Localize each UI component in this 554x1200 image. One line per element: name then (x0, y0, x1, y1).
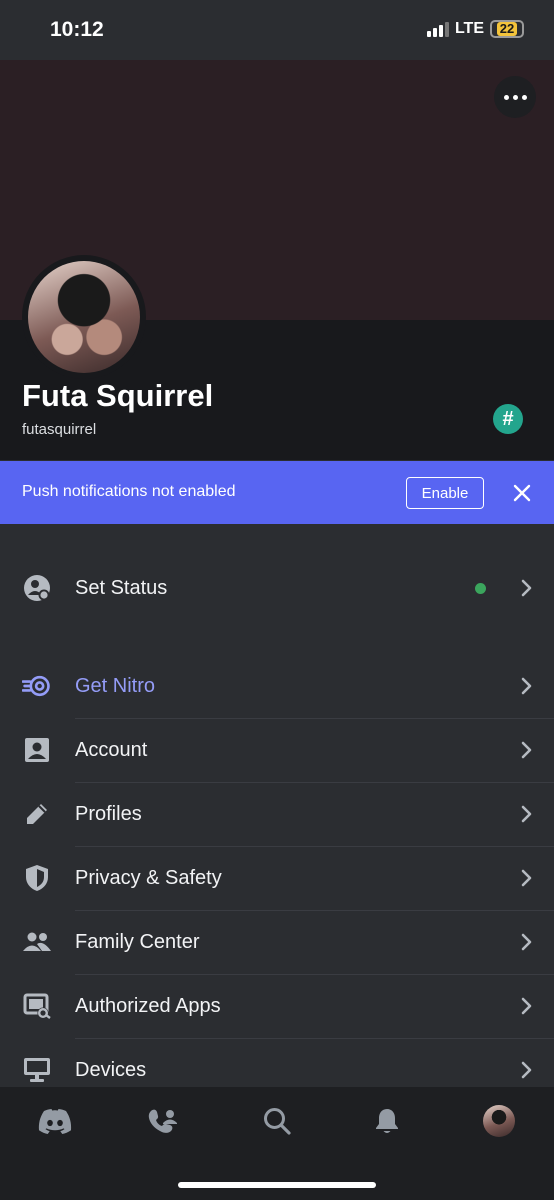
settings-item-label: Devices (75, 1058, 147, 1081)
battery-level: 22 (496, 22, 518, 36)
hash-badge-icon[interactable]: # (493, 404, 523, 434)
avatar-frame[interactable] (22, 255, 146, 379)
settings-item-family-center[interactable]: Family Center (0, 910, 554, 974)
chevron-right-icon (516, 740, 536, 760)
pencil-icon (22, 799, 52, 829)
tab-search[interactable] (257, 1101, 297, 1141)
status-group: Set Status (0, 556, 554, 620)
online-status-dot (475, 582, 486, 594)
tab-friends[interactable] (143, 1101, 183, 1141)
home-indicator[interactable] (178, 1182, 376, 1188)
user-status-icon (22, 573, 52, 603)
status-bar: 10:12 LTE 22 (0, 0, 554, 60)
push-notification-bar: Push notifications not enabled Enable (0, 461, 554, 524)
discord-icon (38, 1109, 72, 1134)
battery-icon: 22 (490, 20, 524, 38)
settings-item-label: Privacy & Safety (75, 866, 222, 889)
dot-icon (521, 94, 527, 100)
bell-icon (376, 1109, 398, 1133)
tab-notifications[interactable] (367, 1101, 407, 1141)
shield-icon (22, 863, 52, 893)
nitro-icon (22, 671, 52, 701)
close-icon[interactable] (508, 479, 536, 507)
search-icon (264, 1108, 291, 1135)
account-icon (22, 735, 52, 765)
tab-you[interactable] (479, 1101, 519, 1141)
settings-item-label: Family Center (75, 930, 200, 953)
chevron-right-icon (516, 868, 536, 888)
monitor-icon (22, 1055, 52, 1085)
avatar (483, 1105, 515, 1137)
enable-button[interactable]: Enable (406, 477, 484, 509)
avatar (28, 261, 140, 373)
settings-item-profiles[interactable]: Profiles (0, 782, 554, 846)
signal-icon (426, 21, 449, 37)
push-notice-text: Push notifications not enabled (22, 483, 236, 500)
status-time: 10:12 (50, 18, 104, 41)
family-icon (22, 927, 52, 957)
username: futasquirrel (22, 421, 97, 438)
chevron-right-icon (516, 676, 536, 696)
settings-item-label: Account (75, 738, 148, 761)
friends-icon (148, 1109, 177, 1133)
chevron-right-icon (516, 932, 536, 952)
network-label: LTE (454, 20, 484, 37)
settings-item-label: Get Nitro (75, 674, 156, 697)
status-indicators: LTE 22 (426, 20, 524, 38)
dot-icon (512, 94, 518, 100)
chevron-right-icon (516, 578, 536, 598)
set-status-label: Set Status (75, 576, 168, 599)
settings-item-authorized-apps[interactable]: Authorized Apps (0, 974, 554, 1038)
authorized-apps-icon (22, 991, 52, 1021)
dot-icon (503, 94, 509, 100)
tab-home[interactable] (35, 1101, 75, 1141)
set-status-row[interactable]: Set Status (0, 556, 554, 620)
settings-group: Get Nitro Account Profiles Privacy & Saf… (0, 654, 554, 1102)
settings-item-privacy-safety[interactable]: Privacy & Safety (0, 846, 554, 910)
chevron-right-icon (516, 996, 536, 1016)
chevron-right-icon (516, 804, 536, 824)
settings-item-get-nitro[interactable]: Get Nitro (0, 654, 554, 718)
display-name: Futa Squirrel (22, 378, 214, 413)
more-options-button[interactable] (494, 76, 536, 118)
settings-item-account[interactable]: Account (0, 718, 554, 782)
settings-item-label: Profiles (75, 802, 142, 825)
chevron-right-icon (516, 1060, 536, 1080)
settings-item-label: Authorized Apps (75, 994, 221, 1017)
